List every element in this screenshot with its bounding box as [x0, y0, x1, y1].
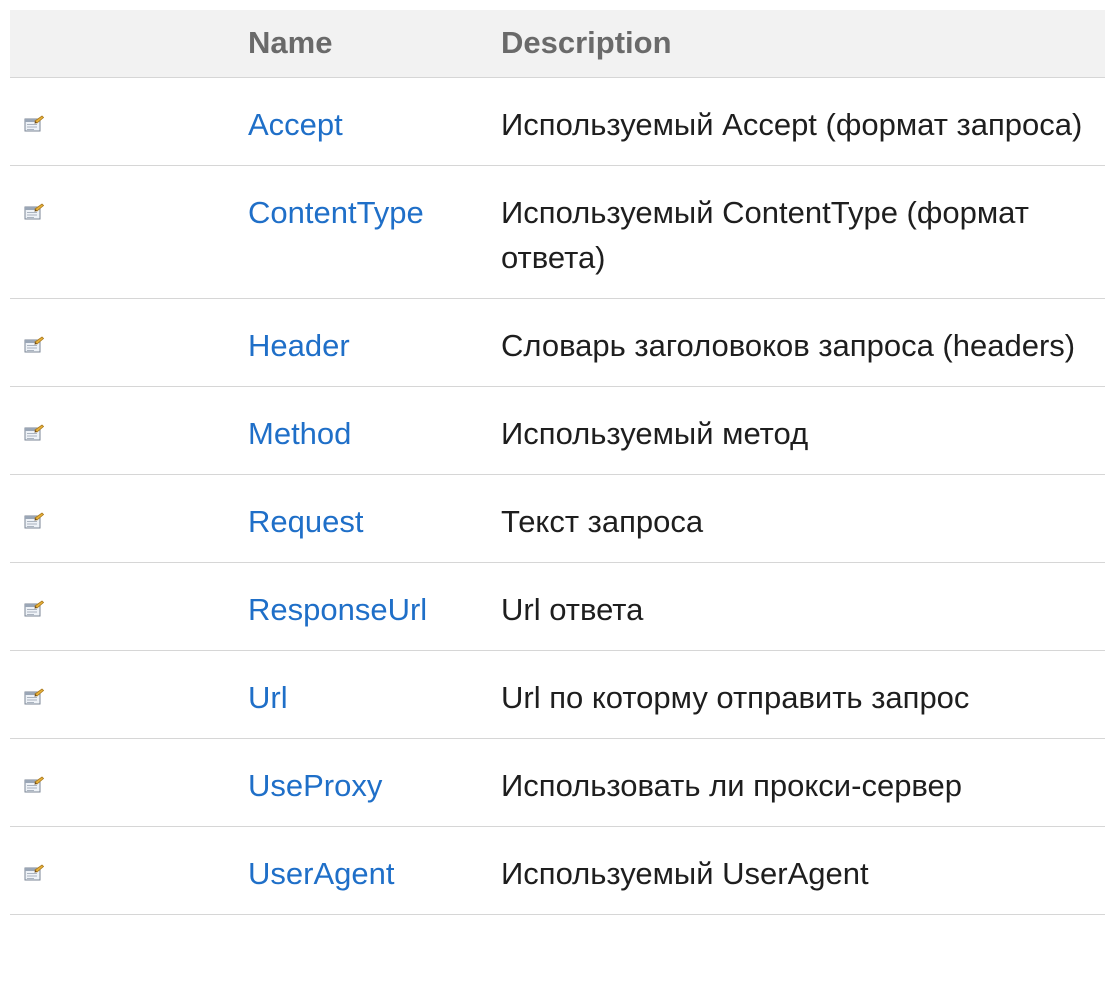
member-link-useproxy[interactable]: UseProxy: [248, 768, 382, 803]
property-icon: [24, 761, 45, 792]
table-row-useragent: UserAgent Используемый UserAgent: [10, 826, 1105, 915]
description-cell: Используемый метод: [491, 386, 1105, 475]
icon-cell: [10, 562, 238, 651]
description-cell: Текст запроса: [491, 474, 1105, 563]
table-row-request: Request Текст запроса: [10, 474, 1105, 563]
member-link-method[interactable]: Method: [248, 416, 351, 451]
table-row-accept: Accept Используемый Accept (формат запро…: [10, 77, 1105, 166]
description-cell: Используемый Accept (формат запроса): [491, 77, 1105, 166]
table-header-row: Name Description: [10, 10, 1105, 78]
table-row-method: Method Используемый метод: [10, 386, 1105, 475]
name-cell: UserAgent: [238, 826, 491, 915]
properties-table: Name Description Accept Используемый Acc…: [10, 10, 1105, 915]
icon-cell: [10, 738, 238, 827]
property-icon: [24, 673, 45, 704]
description-cell: Используемый ContentType (формат ответа): [491, 165, 1105, 299]
name-cell: Request: [238, 474, 491, 563]
member-link-useragent[interactable]: UserAgent: [248, 856, 394, 891]
name-cell: ResponseUrl: [238, 562, 491, 651]
name-cell: UseProxy: [238, 738, 491, 827]
description-cell: Url по которму отправить запрос: [491, 650, 1105, 739]
property-icon: [24, 100, 45, 131]
member-link-accept[interactable]: Accept: [248, 107, 343, 142]
description-cell: Url ответа: [491, 562, 1105, 651]
icon-cell: [10, 165, 238, 299]
name-cell: Header: [238, 298, 491, 387]
description-column-header: Description: [491, 10, 1105, 78]
table-row-useproxy: UseProxy Использовать ли прокси-сервер: [10, 738, 1105, 827]
icon-cell: [10, 77, 238, 166]
name-cell: ContentType: [238, 165, 491, 299]
property-icon: [24, 188, 45, 219]
name-cell: Url: [238, 650, 491, 739]
icon-cell: [10, 650, 238, 739]
table-row-url: Url Url по которму отправить запрос: [10, 650, 1105, 739]
table-row-header: Header Словарь заголовоков запроса (head…: [10, 298, 1105, 387]
member-link-header[interactable]: Header: [248, 328, 350, 363]
property-icon: [24, 849, 45, 880]
icon-column-header: [10, 10, 238, 78]
property-icon: [24, 409, 45, 440]
table-row-contenttype: ContentType Используемый ContentType (фо…: [10, 165, 1105, 299]
description-cell: Словарь заголовоков запроса (headers): [491, 298, 1105, 387]
table-row-responseurl: ResponseUrl Url ответа: [10, 562, 1105, 651]
icon-cell: [10, 474, 238, 563]
icon-cell: [10, 298, 238, 387]
member-link-contenttype[interactable]: ContentType: [248, 195, 424, 230]
icon-cell: [10, 826, 238, 915]
member-link-responseurl[interactable]: ResponseUrl: [248, 592, 427, 627]
name-column-header: Name: [238, 10, 491, 78]
property-icon: [24, 585, 45, 616]
description-cell: Используемый UserAgent: [491, 826, 1105, 915]
property-icon: [24, 497, 45, 528]
description-cell: Использовать ли прокси-сервер: [491, 738, 1105, 827]
name-cell: Method: [238, 386, 491, 475]
icon-cell: [10, 386, 238, 475]
property-icon: [24, 321, 45, 352]
member-link-url[interactable]: Url: [248, 680, 288, 715]
member-link-request[interactable]: Request: [248, 504, 363, 539]
name-cell: Accept: [238, 77, 491, 166]
